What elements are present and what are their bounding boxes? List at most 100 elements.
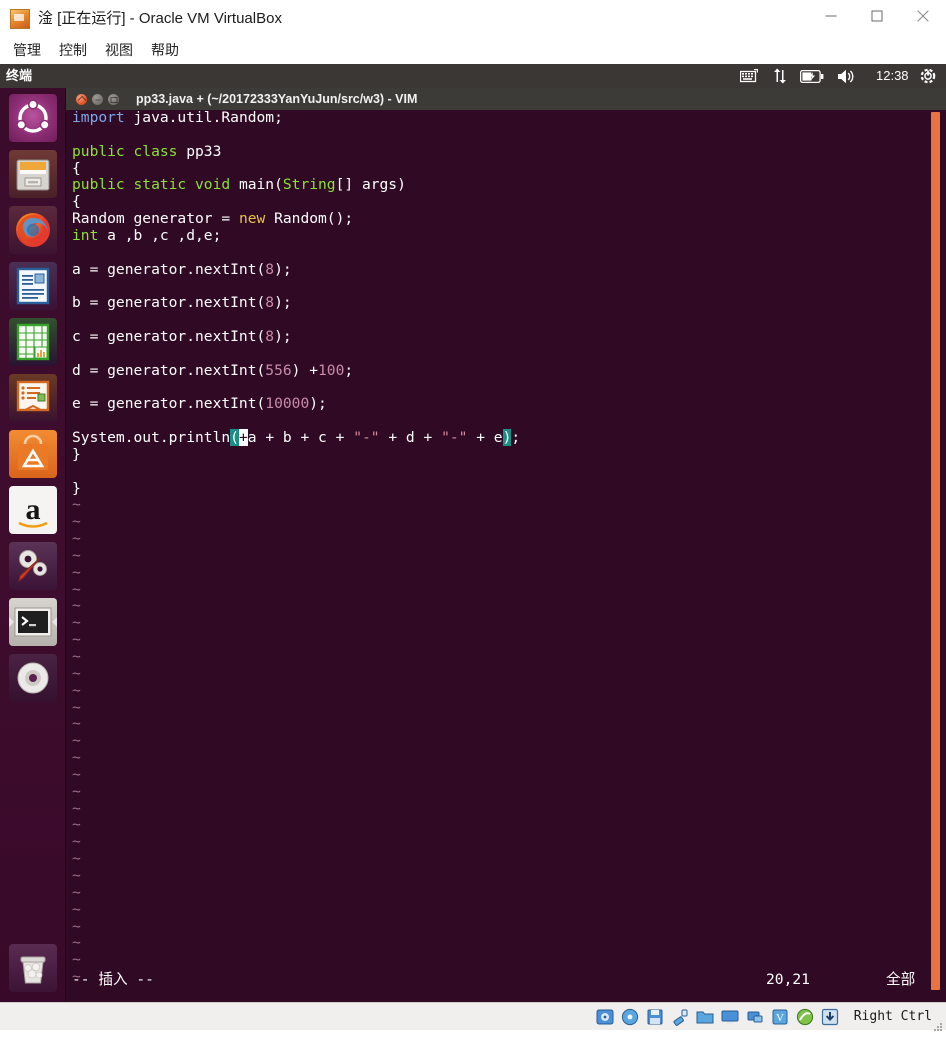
unity-launcher: a (0, 88, 66, 1002)
vim-empty-line-marker: ~ (72, 580, 81, 598)
terminal-scrollbar-thumb[interactable] (931, 112, 940, 990)
vim-code-content: import java.util.Random; public class pp… (72, 109, 922, 986)
launcher-item-settings[interactable] (9, 542, 57, 590)
menu-item-view[interactable]: 视图 (100, 38, 138, 62)
code-token: ; (344, 361, 354, 379)
vim-cursor-position: 20,21 (766, 971, 810, 988)
code-token: public class (72, 142, 178, 160)
code-line: System.out.println(+a + b + c + "-" + d … (72, 429, 922, 447)
panel-app-name[interactable]: 终端 (6, 64, 32, 88)
shared-folder-icon[interactable] (696, 1008, 714, 1026)
code-token: { (72, 159, 81, 177)
launcher-item-software[interactable] (9, 430, 57, 478)
terminal-scrollbar[interactable] (931, 112, 940, 1002)
code-token: "-" (441, 429, 468, 447)
code-line: c = generator.nextInt(8); (72, 327, 922, 346)
vim-empty-line-marker: ~ (72, 698, 81, 716)
menu-item-control[interactable]: 控制 (54, 38, 92, 62)
guest-screen[interactable]: 终端 12:38 a pp33.java + (~/20172333YanYuJ… (0, 64, 946, 1002)
host-key-label: Right Ctrl (853, 1009, 932, 1024)
code-token: + e (467, 429, 503, 447)
code-token: a ,b ,c ,d,e; (98, 226, 222, 244)
hard-disk-icon[interactable] (596, 1008, 614, 1026)
launcher-item-trash[interactable] (9, 944, 57, 992)
vim-empty-line-marker: ~ (72, 530, 81, 548)
code-token: main( (230, 176, 283, 194)
vim-empty-line-marker: ~ (72, 816, 81, 834)
network-indicator-icon[interactable] (772, 64, 790, 88)
code-line: { (72, 159, 922, 178)
terminal-maximize-button[interactable] (108, 94, 119, 105)
code-token: public static void (72, 176, 231, 194)
mouse-integration-icon[interactable] (796, 1008, 814, 1026)
video-capture-icon[interactable]: V (771, 1008, 789, 1026)
display-icon[interactable] (721, 1008, 739, 1026)
launcher-item-dash[interactable] (9, 94, 57, 142)
battery-indicator-icon[interactable] (799, 64, 826, 88)
code-token: c = generator.nextInt( (72, 327, 266, 345)
code-token: ; (511, 429, 521, 447)
launcher-running-arrow-right-icon (52, 617, 57, 627)
host-key-icon[interactable] (821, 1008, 839, 1026)
vim-empty-line-marker: ~ (72, 496, 81, 514)
maximize-button[interactable] (854, 0, 900, 32)
launcher-item-writer[interactable] (9, 262, 57, 310)
resize-grip[interactable] (934, 1019, 943, 1031)
unity-top-panel: 终端 12:38 (0, 64, 946, 88)
code-token: 556 (265, 361, 292, 379)
launcher-item-amazon[interactable]: a (9, 486, 57, 534)
vim-empty-line-marker: ~ (72, 664, 81, 682)
floppy-drive-icon[interactable] (646, 1008, 664, 1026)
launcher-item-disc[interactable] (9, 654, 57, 702)
code-token: new (238, 210, 266, 228)
keyboard-indicator-icon[interactable] (739, 64, 760, 88)
code-token: Random(); (265, 210, 354, 228)
code-token: [] args) (335, 176, 406, 194)
terminal-window[interactable]: pp33.java + (~/20172333YanYuJun/src/w3) … (66, 88, 946, 1002)
code-token: pp33 (177, 142, 222, 160)
virtualbox-icon (10, 9, 30, 29)
code-line: a = generator.nextInt(8); (72, 260, 922, 279)
vim-empty-line-marker: ~ (72, 513, 81, 531)
usb-icon[interactable] (671, 1008, 689, 1026)
vim-status-line: -- 插入 -- 20,21 全部 (66, 970, 946, 990)
launcher-item-files[interactable] (9, 150, 57, 198)
vim-empty-line-marker: ~ (72, 614, 81, 632)
vim-empty-line-marker: ~ (72, 951, 81, 969)
volume-indicator-icon[interactable] (838, 64, 858, 88)
close-button[interactable] (900, 0, 946, 32)
code-line: } (72, 480, 922, 498)
terminal-title: pp33.java + (~/20172333YanYuJun/src/w3) … (136, 92, 418, 106)
ubuntu-logo-icon (9, 94, 57, 142)
launcher-item-terminal[interactable] (9, 598, 57, 646)
vim-empty-line-marker: ~ (72, 546, 81, 564)
trash-icon (9, 944, 57, 992)
network-icon[interactable] (746, 1008, 764, 1026)
vim-empty-line-marker: ~ (72, 681, 81, 699)
firefox-icon (9, 206, 57, 254)
menu-item-help[interactable]: 帮助 (146, 38, 184, 62)
vim-empty-line-marker: ~ (72, 900, 81, 918)
terminal-minimize-button[interactable] (92, 94, 103, 105)
code-token: ); (274, 260, 292, 278)
launcher-item-firefox[interactable] (9, 206, 57, 254)
menu-item-manage[interactable]: 管理 (8, 38, 46, 62)
code-token: 8 (265, 327, 275, 345)
vim-empty-line-marker: ~ (72, 732, 81, 750)
terminal-close-button[interactable] (76, 94, 87, 105)
terminal-icon (9, 598, 57, 646)
session-power-indicator-icon[interactable] (920, 64, 940, 88)
launcher-item-impress[interactable] (9, 374, 57, 422)
launcher-item-calc[interactable] (9, 318, 57, 366)
optical-drive-icon[interactable] (621, 1008, 639, 1026)
minimize-button[interactable] (808, 0, 854, 32)
vim-empty-line-marker: ~ (72, 765, 81, 783)
vim-editor-area[interactable]: import java.util.Random; public class pp… (66, 109, 946, 1002)
panel-clock[interactable]: 12:38 (876, 64, 912, 88)
code-token: 8 (265, 294, 275, 312)
